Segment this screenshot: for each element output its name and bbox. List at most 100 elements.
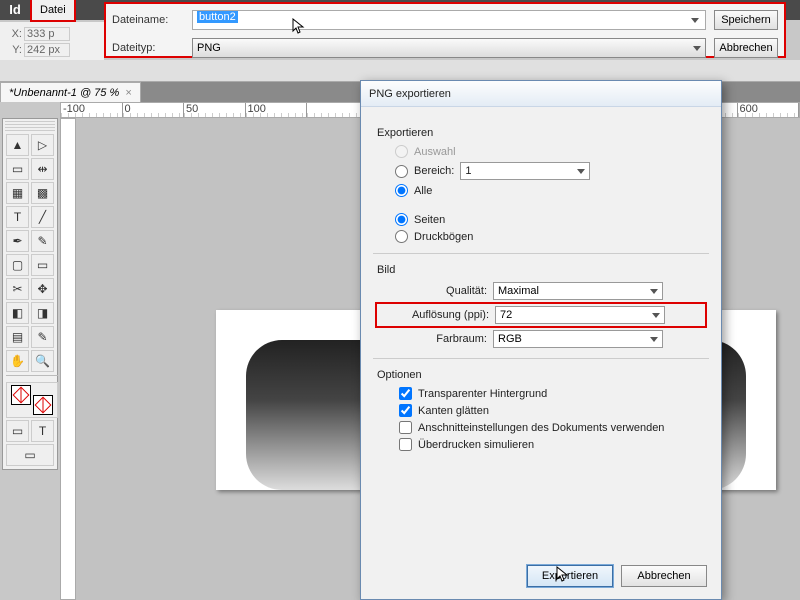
tool-gradient-swatch[interactable]: ◧: [6, 302, 29, 324]
png-export-dialog: PNG exportieren Exportieren Auswahl Bere…: [360, 80, 722, 600]
y-value[interactable]: 242 px: [24, 43, 70, 57]
aufloesung-select[interactable]: 72: [495, 306, 665, 324]
stroke-swatch[interactable]: [33, 395, 53, 415]
radio-seiten[interactable]: Seiten: [395, 213, 705, 226]
radio-auswahl-input: [395, 145, 408, 158]
y-label: Y:: [4, 44, 22, 56]
radio-druck-label: Druckbögen: [414, 231, 473, 243]
filetype-dropdown[interactable]: PNG: [192, 38, 706, 58]
tool-direct-select[interactable]: ▷: [31, 134, 54, 156]
radio-bereich-input[interactable]: [395, 165, 408, 178]
tool-type[interactable]: T: [6, 206, 29, 228]
check-ueberdrucken[interactable]: Überdrucken simulieren: [399, 438, 705, 451]
tool-gap[interactable]: ⇹: [31, 158, 54, 180]
tool-gradient-feather[interactable]: ◨: [31, 302, 54, 324]
fill-stroke-swatch[interactable]: [6, 382, 58, 418]
bereich-value: 1: [465, 165, 471, 177]
doc-tab[interactable]: *Unbenannt-1 @ 75 % ×: [0, 82, 141, 102]
view-mode[interactable]: ▭: [6, 444, 54, 466]
menu-file[interactable]: Datei: [30, 0, 76, 22]
check-ueberdrucken-label: Überdrucken simulieren: [418, 439, 534, 451]
tool-rect-frame[interactable]: ▢: [6, 254, 29, 276]
toolbox-grip[interactable]: [5, 121, 55, 131]
tool-scissors[interactable]: ✂: [6, 278, 29, 300]
ruler-tick: -100: [61, 103, 123, 117]
tool-line[interactable]: ╱: [31, 206, 54, 228]
tool-content-collector[interactable]: ▦: [6, 182, 29, 204]
tool-hand[interactable]: ✋: [6, 350, 29, 372]
farbraum-select[interactable]: RGB: [493, 330, 663, 348]
check-ueberdrucken-input[interactable]: [399, 438, 412, 451]
doc-tab-label: *Unbenannt-1 @ 75 %: [9, 87, 119, 99]
qualitaet-select[interactable]: Maximal: [493, 282, 663, 300]
tool-pen[interactable]: ✒: [6, 230, 29, 252]
check-kanten[interactable]: Kanten glätten: [399, 404, 705, 417]
aufloesung-row: Auflösung (ppi): 72: [377, 304, 705, 326]
tool-transform[interactable]: ✥: [31, 278, 54, 300]
check-transparent[interactable]: Transparenter Hintergrund: [399, 387, 705, 400]
qualitaet-row: Qualität: Maximal: [377, 282, 705, 300]
chevron-down-icon[interactable]: [691, 18, 699, 23]
x-value[interactable]: 333 p: [24, 27, 70, 41]
radio-auswahl: Auswahl: [395, 145, 705, 158]
toolbox-separator: [6, 375, 58, 381]
radio-druck[interactable]: Druckbögen: [395, 230, 705, 243]
bereich-select[interactable]: 1: [460, 162, 590, 180]
x-label: X:: [4, 28, 22, 40]
tool-zoom[interactable]: 🔍: [31, 350, 54, 372]
radio-seiten-input[interactable]: [395, 213, 408, 226]
dialog-cancel-button[interactable]: Abbrechen: [621, 565, 707, 587]
apply-color[interactable]: ▭: [6, 420, 29, 442]
file-save-panel: Dateiname: button2 Speichern Dateityp: P…: [104, 2, 786, 58]
dialog-title: PNG exportieren: [361, 81, 721, 107]
check-kanten-input[interactable]: [399, 404, 412, 417]
check-anschnitt-input[interactable]: [399, 421, 412, 434]
apply-text[interactable]: T: [31, 420, 54, 442]
radio-alle-label: Alle: [414, 185, 432, 197]
tool-content-placer[interactable]: ▩: [31, 182, 54, 204]
save-button[interactable]: Speichern: [714, 10, 778, 30]
tool-rect[interactable]: ▭: [31, 254, 54, 276]
check-kanten-label: Kanten glätten: [418, 405, 489, 417]
aufloesung-label: Auflösung (ppi):: [379, 309, 489, 321]
export-button[interactable]: Exportieren: [527, 565, 613, 587]
bild-group-label: Bild: [377, 264, 705, 276]
ruler-tick: 50: [184, 103, 246, 117]
qualitaet-label: Qualität:: [377, 285, 487, 297]
chevron-down-icon: [577, 169, 585, 174]
filename-input[interactable]: button2: [192, 10, 706, 30]
farbraum-row: Farbraum: RGB: [377, 330, 705, 348]
farbraum-label: Farbraum:: [377, 333, 487, 345]
check-transparent-input[interactable]: [399, 387, 412, 400]
tool-note[interactable]: ▤: [6, 326, 29, 348]
radio-alle-input[interactable]: [395, 184, 408, 197]
check-transparent-label: Transparenter Hintergrund: [418, 388, 547, 400]
chevron-down-icon: [650, 289, 658, 294]
tool-selection[interactable]: ▲: [6, 134, 29, 156]
filetype-label: Dateityp:: [112, 42, 192, 54]
radio-alle[interactable]: Alle: [395, 184, 705, 197]
radio-seiten-label: Seiten: [414, 214, 445, 226]
optionen-group-label: Optionen: [377, 369, 705, 381]
tool-eyedropper[interactable]: ✎: [31, 326, 54, 348]
check-anschnitt[interactable]: Anschnitteinstellungen des Dokuments ver…: [399, 421, 705, 434]
app-logo: Id: [0, 0, 30, 20]
toolbox: ▲▷▭⇹▦▩T╱✒✎▢▭✂✥◧◨▤✎✋🔍 ▭ T ▭: [2, 118, 58, 470]
check-anschnitt-label: Anschnitteinstellungen des Dokuments ver…: [418, 422, 664, 434]
ruler-tick: 100: [246, 103, 308, 117]
close-icon[interactable]: ×: [125, 87, 131, 99]
radio-auswahl-label: Auswahl: [414, 146, 456, 158]
radio-druck-input[interactable]: [395, 230, 408, 243]
radio-bereich-label: Bereich:: [414, 165, 454, 177]
filetype-value: PNG: [197, 42, 221, 54]
cancel-button[interactable]: Abbrechen: [714, 38, 778, 58]
tool-page[interactable]: ▭: [6, 158, 29, 180]
ruler-tick: 600: [738, 103, 800, 117]
secondary-toolbar: [0, 60, 800, 82]
tool-pencil[interactable]: ✎: [31, 230, 54, 252]
export-group-label: Exportieren: [377, 127, 705, 139]
ruler-tick: 0: [123, 103, 185, 117]
filename-value: button2: [197, 11, 238, 23]
fill-swatch[interactable]: [11, 385, 31, 405]
radio-bereich[interactable]: Bereich: 1: [395, 162, 705, 180]
